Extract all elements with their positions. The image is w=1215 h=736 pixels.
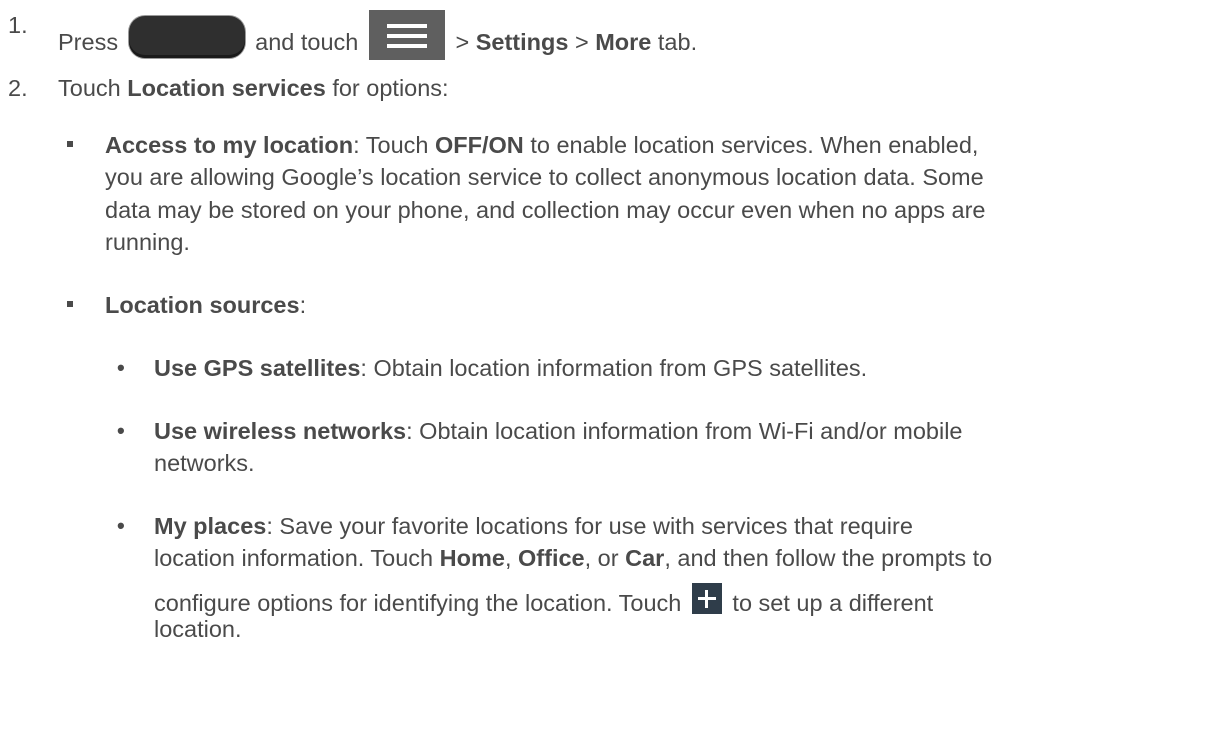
menu-key-icon [368,10,445,60]
access-location-item: Access to my location: Touch OFF/ON to e… [105,132,979,158]
access-location-line: running. [105,229,190,255]
wireless-item: Use wireless networks: Obtain location i… [154,418,963,444]
gps-item: Use GPS satellites: Obtain location info… [154,355,868,381]
square-bullet-icon [67,141,73,147]
add-icon [691,583,722,614]
step-number: 1. [8,12,28,38]
my-places-item: My places: Save your favorite locations … [154,513,913,539]
step-1-text: Press and touch > Settings > More tab. [58,10,697,60]
location-sources-item: Location sources: [105,292,307,318]
my-places-line: location information. Touch Home, Office… [154,545,993,571]
round-bullet-icon: • [117,418,125,443]
my-places-line: configure options for identifying the lo… [154,583,933,618]
round-bullet-icon: • [117,513,125,538]
round-bullet-icon: • [117,355,125,380]
access-location-line: data may be stored on your phone, and co… [105,197,986,223]
wireless-line: networks. [154,450,255,476]
step-number: 2. [8,75,28,101]
step-2-text: Touch Location services for options: [58,75,449,101]
access-location-line: you are allowing Google’s location servi… [105,164,984,190]
square-bullet-icon [67,301,73,307]
home-key-icon [128,16,245,58]
my-places-line: location. [154,616,242,642]
